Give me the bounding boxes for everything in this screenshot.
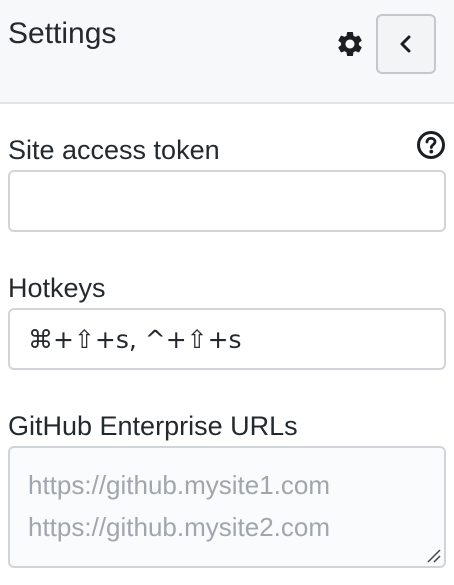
help-icon-svg [417,131,445,159]
site-access-token-input[interactable] [8,170,446,232]
hotkeys-input[interactable] [8,308,446,370]
hotkeys-label: Hotkeys [8,273,106,303]
chevron-left-icon [400,35,411,53]
token-label: Site access token [8,135,220,165]
settings-header: Settings [0,0,454,104]
collapse-button[interactable] [376,14,436,74]
settings-panel: Settings Site access token Hotkeys GitHu… [0,0,454,585]
enterprise-urls-label: GitHub Enterprise URLs [8,411,298,441]
resize-handle-icon[interactable] [426,548,442,564]
question-circle-icon[interactable] [416,130,446,160]
enterprise-urls-textarea[interactable] [8,446,446,568]
page-title: Settings [8,17,117,50]
gear-icon-svg [338,31,362,56]
gear-icon[interactable] [334,28,366,60]
